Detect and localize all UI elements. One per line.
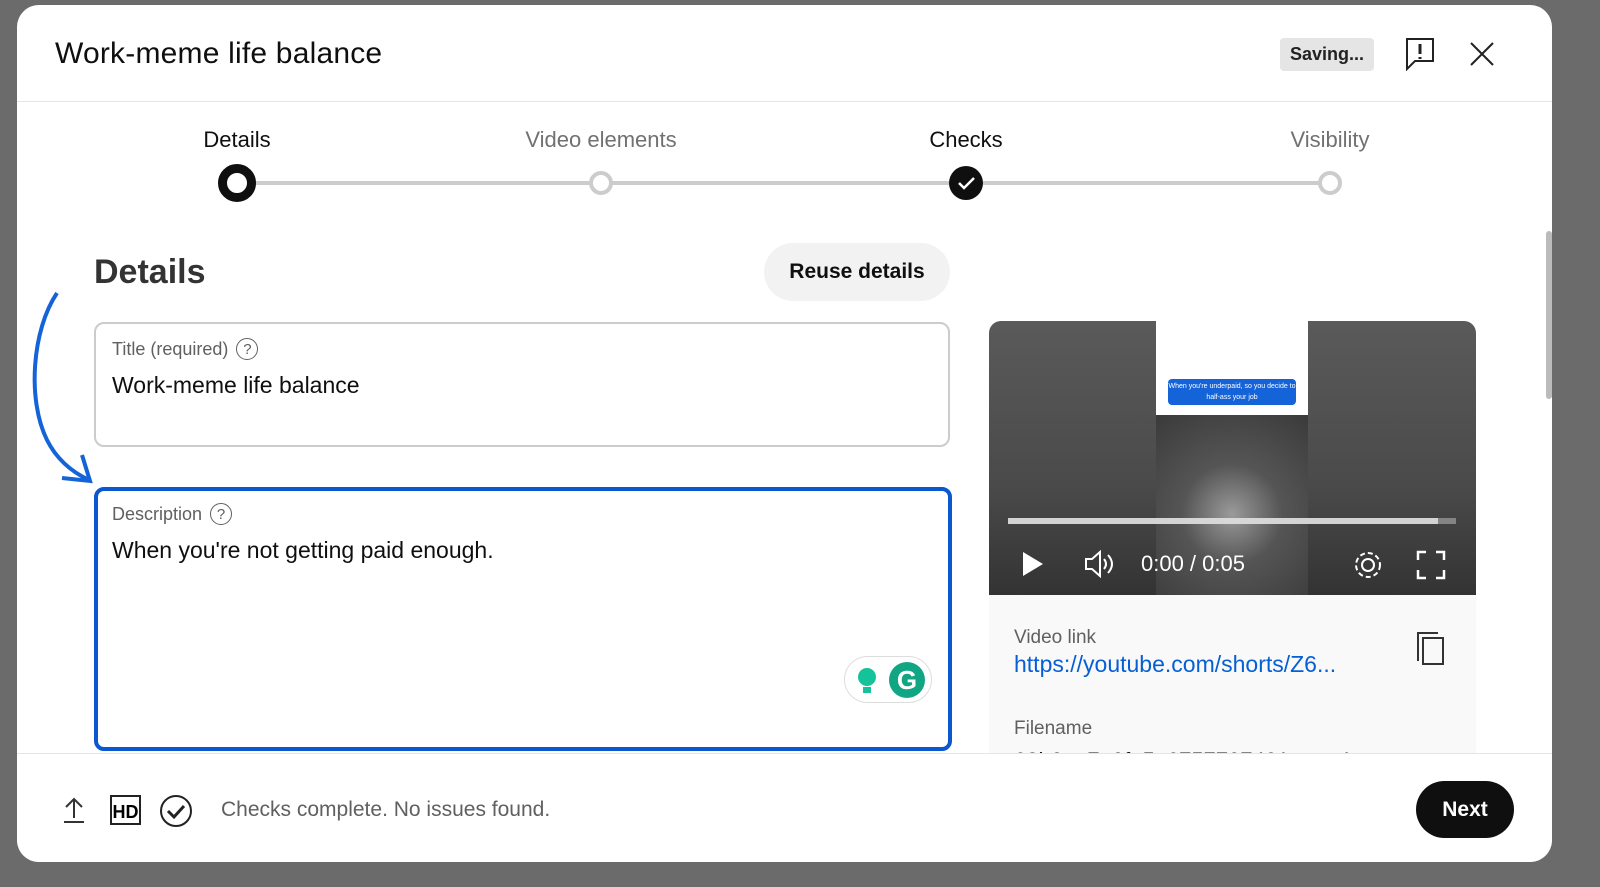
step-video-elements[interactable]: Video elements [525,127,676,153]
checks-status: Checks complete. No issues found. [221,798,550,822]
checks-complete-icon [159,794,193,828]
grammarly-icon: G [845,657,933,704]
dialog-header: Work-meme life balance Saving... [17,5,1552,102]
stepper-line [237,181,1330,185]
svg-text:HD: HD [113,802,139,822]
grammarly-widget[interactable]: G [844,656,932,703]
settings-gear-icon[interactable] [1351,548,1385,582]
description-input[interactable]: When you're not getting paid enough. [112,537,494,564]
title-input[interactable]: Work-meme life balance [112,372,360,399]
title-field[interactable]: Title (required)? Work-meme life balance [94,322,950,447]
video-player[interactable]: When you're underpaid, so you decide to … [989,321,1476,595]
volume-icon[interactable] [1083,549,1115,579]
help-icon[interactable]: ? [236,338,258,360]
annotation-arrow-icon [27,290,97,490]
filename-label: Filename [1014,718,1092,740]
video-link-label: Video link [1014,627,1096,649]
dialog-footer: HD Checks complete. No issues found. Nex… [17,753,1552,862]
video-progress-bar[interactable] [1008,518,1456,524]
upload-icon [63,796,85,824]
video-caption: When you're underpaid, so you decide to … [1168,379,1296,405]
step-details[interactable]: Details [203,127,270,153]
hd-icon: HD [110,795,141,825]
title-field-label: Title (required) [112,339,228,360]
video-time: 0:00 / 0:05 [1141,551,1245,577]
step-visibility[interactable]: Visibility [1290,127,1369,153]
svg-text:G: G [897,665,917,695]
step-done-check-icon[interactable] [949,166,983,200]
description-field[interactable]: Description? When you're not getting pai… [94,487,952,751]
saving-badge: Saving... [1280,38,1374,71]
video-link[interactable]: https://youtube.com/shorts/Z6... [1014,651,1336,678]
copy-icon[interactable] [1416,631,1446,667]
feedback-icon[interactable] [1405,37,1435,71]
scrollbar[interactable] [1546,231,1552,399]
step-pending-dot[interactable] [1318,171,1342,195]
dialog-title: Work-meme life balance [55,37,382,71]
details-heading: Details [94,253,206,292]
upload-dialog: Work-meme life balance Saving... Details… [17,5,1552,862]
step-current-dot[interactable] [218,164,256,202]
reuse-details-button[interactable]: Reuse details [764,243,950,301]
close-icon[interactable] [1469,41,1495,67]
help-icon[interactable]: ? [210,503,232,525]
next-button[interactable]: Next [1416,781,1514,838]
step-checks[interactable]: Checks [929,127,1002,153]
video-preview-panel: When you're underpaid, so you decide to … [989,321,1476,761]
play-icon[interactable] [1021,550,1045,578]
fullscreen-icon[interactable] [1416,550,1446,580]
step-pending-dot[interactable] [589,171,613,195]
description-field-label: Description [112,504,202,525]
